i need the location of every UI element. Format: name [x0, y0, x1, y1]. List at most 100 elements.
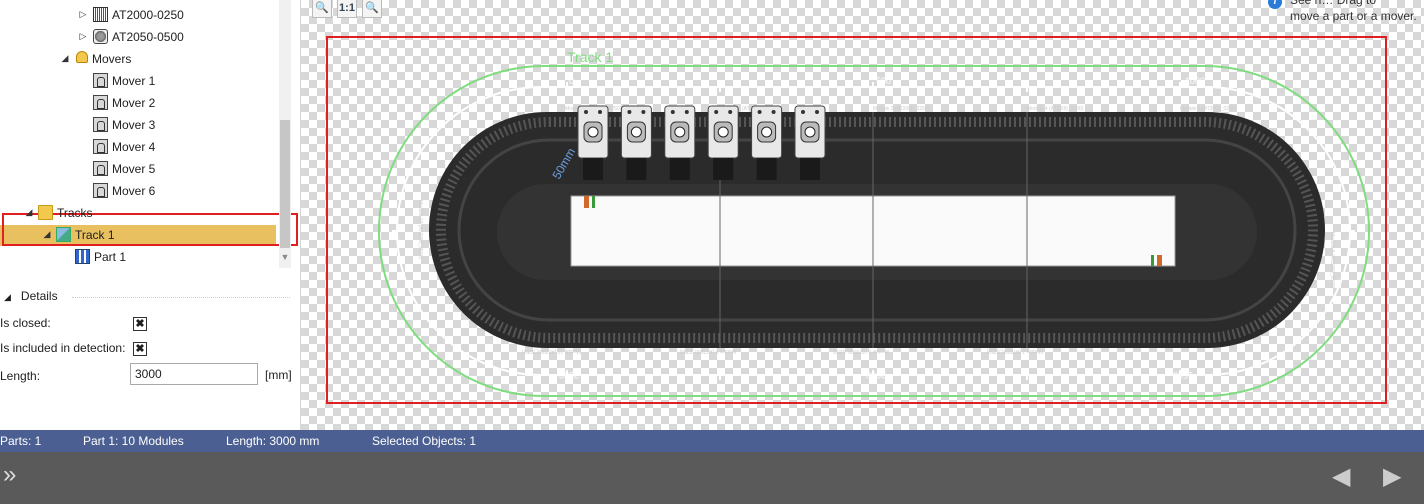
tree-item-tracks[interactable]: Tracks: [38, 203, 93, 223]
status-selected: Selected Objects: 1: [372, 434, 477, 448]
mover-screw: [714, 110, 719, 114]
tree-item-mover-4[interactable]: Mover 4: [93, 137, 155, 157]
mover-icon: [93, 161, 108, 176]
mover-base: [626, 158, 647, 180]
track-icon: [56, 227, 71, 242]
details-panel: ◢ Details Is closed: ✖ Is included in det…: [0, 282, 300, 430]
collapse-arrow-icon[interactable]: ◢: [60, 53, 70, 64]
expand-arrow-icon[interactable]: ▷: [78, 9, 88, 20]
module-linear-icon: [93, 7, 108, 22]
mover-base: [669, 158, 690, 180]
mover-base: [756, 158, 777, 180]
module-label: Module 10 (AT2050_0500): [417, 200, 423, 259]
tree-item-track-1[interactable]: Track 1: [56, 225, 115, 245]
module-label: Module 7 (AT2000_0250): [986, 348, 1043, 354]
footer-bar: » ◀ ▶: [0, 452, 1424, 504]
mover-bearing: [717, 126, 729, 138]
collapse-arrow-icon: ◢: [4, 292, 11, 302]
tree-item-at2000-0250[interactable]: AT2000-0250: [93, 5, 184, 25]
module-label: Module 4 (AT2000_0250): [1027, 106, 1084, 112]
folder-icon: [38, 205, 53, 220]
part-icon: [75, 249, 90, 264]
mover-bearing: [674, 126, 686, 138]
mover-icon: [93, 73, 108, 88]
scale-tick-label: 2500: [559, 370, 579, 380]
mover-screw: [670, 110, 675, 114]
module-label: Module 8 (AT2000_0250): [832, 348, 889, 354]
mover-screw: [815, 110, 819, 114]
module-label: Module 3 (AT2000_0250): [873, 106, 930, 112]
mover-screw: [641, 110, 646, 114]
mover-screw: [684, 110, 689, 114]
scale-tick-label: 1500: [1173, 370, 1193, 380]
track-drawing: 05001000250020001500Module 1 (AT2000_025…: [326, 36, 1387, 404]
module-label: Module 10 (AT2000_0250): [522, 348, 581, 354]
status-part-modules: Part 1: 10 Modules: [83, 434, 184, 448]
module-label: Module 6 (AT2050_0500): [1329, 232, 1335, 289]
tree-item-part-1[interactable]: Part 1: [75, 247, 126, 267]
movers-group-icon: [76, 51, 88, 63]
is-closed-label: Is closed:: [0, 316, 51, 330]
is-closed-checkbox[interactable]: ✖: [133, 317, 147, 331]
tree-item-mover-5[interactable]: Mover 5: [93, 159, 155, 179]
scale-tick-label: 2000: [866, 370, 886, 380]
mover-icon: [93, 139, 108, 154]
next-button[interactable]: ▶: [1383, 462, 1401, 491]
mover-bearing: [761, 126, 773, 138]
tree-item-mover-1[interactable]: Mover 1: [93, 71, 155, 91]
mover-bearing: [587, 126, 599, 138]
expand-panel-button[interactable]: »: [3, 463, 17, 487]
part-marker: [592, 196, 595, 208]
mover-icon: [93, 117, 108, 132]
mover-base: [583, 158, 603, 180]
mover-screw: [801, 110, 805, 114]
scroll-down-icon[interactable]: ▼: [279, 252, 291, 266]
mover-screw: [584, 110, 588, 114]
details-header[interactable]: ◢ Details: [4, 289, 58, 303]
tree-item-mover-3[interactable]: Mover 3: [93, 115, 155, 135]
status-length: Length: 3000 mm: [226, 434, 320, 448]
mover-screw: [771, 110, 776, 114]
module-curve-icon: [93, 29, 108, 44]
scale-tick-label: 0: [569, 76, 574, 86]
scale-tick-label: 500: [876, 76, 891, 86]
length-unit: [mm]: [265, 368, 292, 382]
mover-screw: [728, 110, 733, 114]
previous-button[interactable]: ◀: [1332, 462, 1350, 491]
mover-base: [713, 158, 734, 180]
track-title-label: Track 1: [567, 49, 613, 65]
mover-icon: [93, 95, 108, 110]
part-marker: [584, 196, 589, 208]
mover-screw: [627, 110, 632, 114]
length-input[interactable]: 3000: [130, 363, 258, 385]
divider: [72, 297, 290, 298]
part-marker: [1151, 255, 1154, 266]
status-bar: Parts: 1 Part 1: 10 Modules Length: 3000…: [0, 430, 1424, 452]
mover-bearing: [630, 126, 642, 138]
mover-base: [800, 158, 820, 180]
module-label: Module 5 (AT2000_0250): [1180, 106, 1237, 112]
included-in-detection-label: Is included in detection:: [0, 341, 126, 355]
left-panel: ▷ AT2000-0250 ▷ AT2050-0500 ◢ Movers Mov…: [0, 0, 301, 430]
part-marker: [1157, 255, 1162, 266]
tree-item-mover-2[interactable]: Mover 2: [93, 93, 155, 113]
tree-item-at2050-0500[interactable]: AT2050-0500: [93, 27, 184, 47]
module-label: Module 9 (AT2000_0250): [679, 348, 736, 354]
mover-bearing: [804, 126, 816, 138]
mover-icon: [93, 183, 108, 198]
status-parts: Parts: 1: [0, 434, 42, 448]
collapse-arrow-icon[interactable]: ◢: [42, 229, 52, 240]
mover-screw: [598, 110, 602, 114]
scrollbar-thumb[interactable]: [280, 120, 290, 248]
tree-item-movers[interactable]: Movers: [76, 49, 131, 69]
tree-item-mover-6[interactable]: Mover 6: [93, 181, 155, 201]
track-canvas[interactable]: 🔍 1:1 🔍 i See h… Drag to move a part or …: [301, 0, 1424, 430]
mover-screw: [757, 110, 762, 114]
tree-scrollbar[interactable]: [279, 0, 291, 268]
project-tree: ▷ AT2000-0250 ▷ AT2050-0500 ◢ Movers Mov…: [0, 0, 300, 270]
included-in-detection-checkbox[interactable]: ✖: [133, 342, 147, 356]
expand-arrow-icon[interactable]: ▷: [78, 31, 88, 42]
scale-tick-label: 1000: [1185, 76, 1205, 86]
collapse-arrow-icon[interactable]: ◢: [24, 207, 34, 218]
length-label: Length:: [0, 369, 41, 383]
